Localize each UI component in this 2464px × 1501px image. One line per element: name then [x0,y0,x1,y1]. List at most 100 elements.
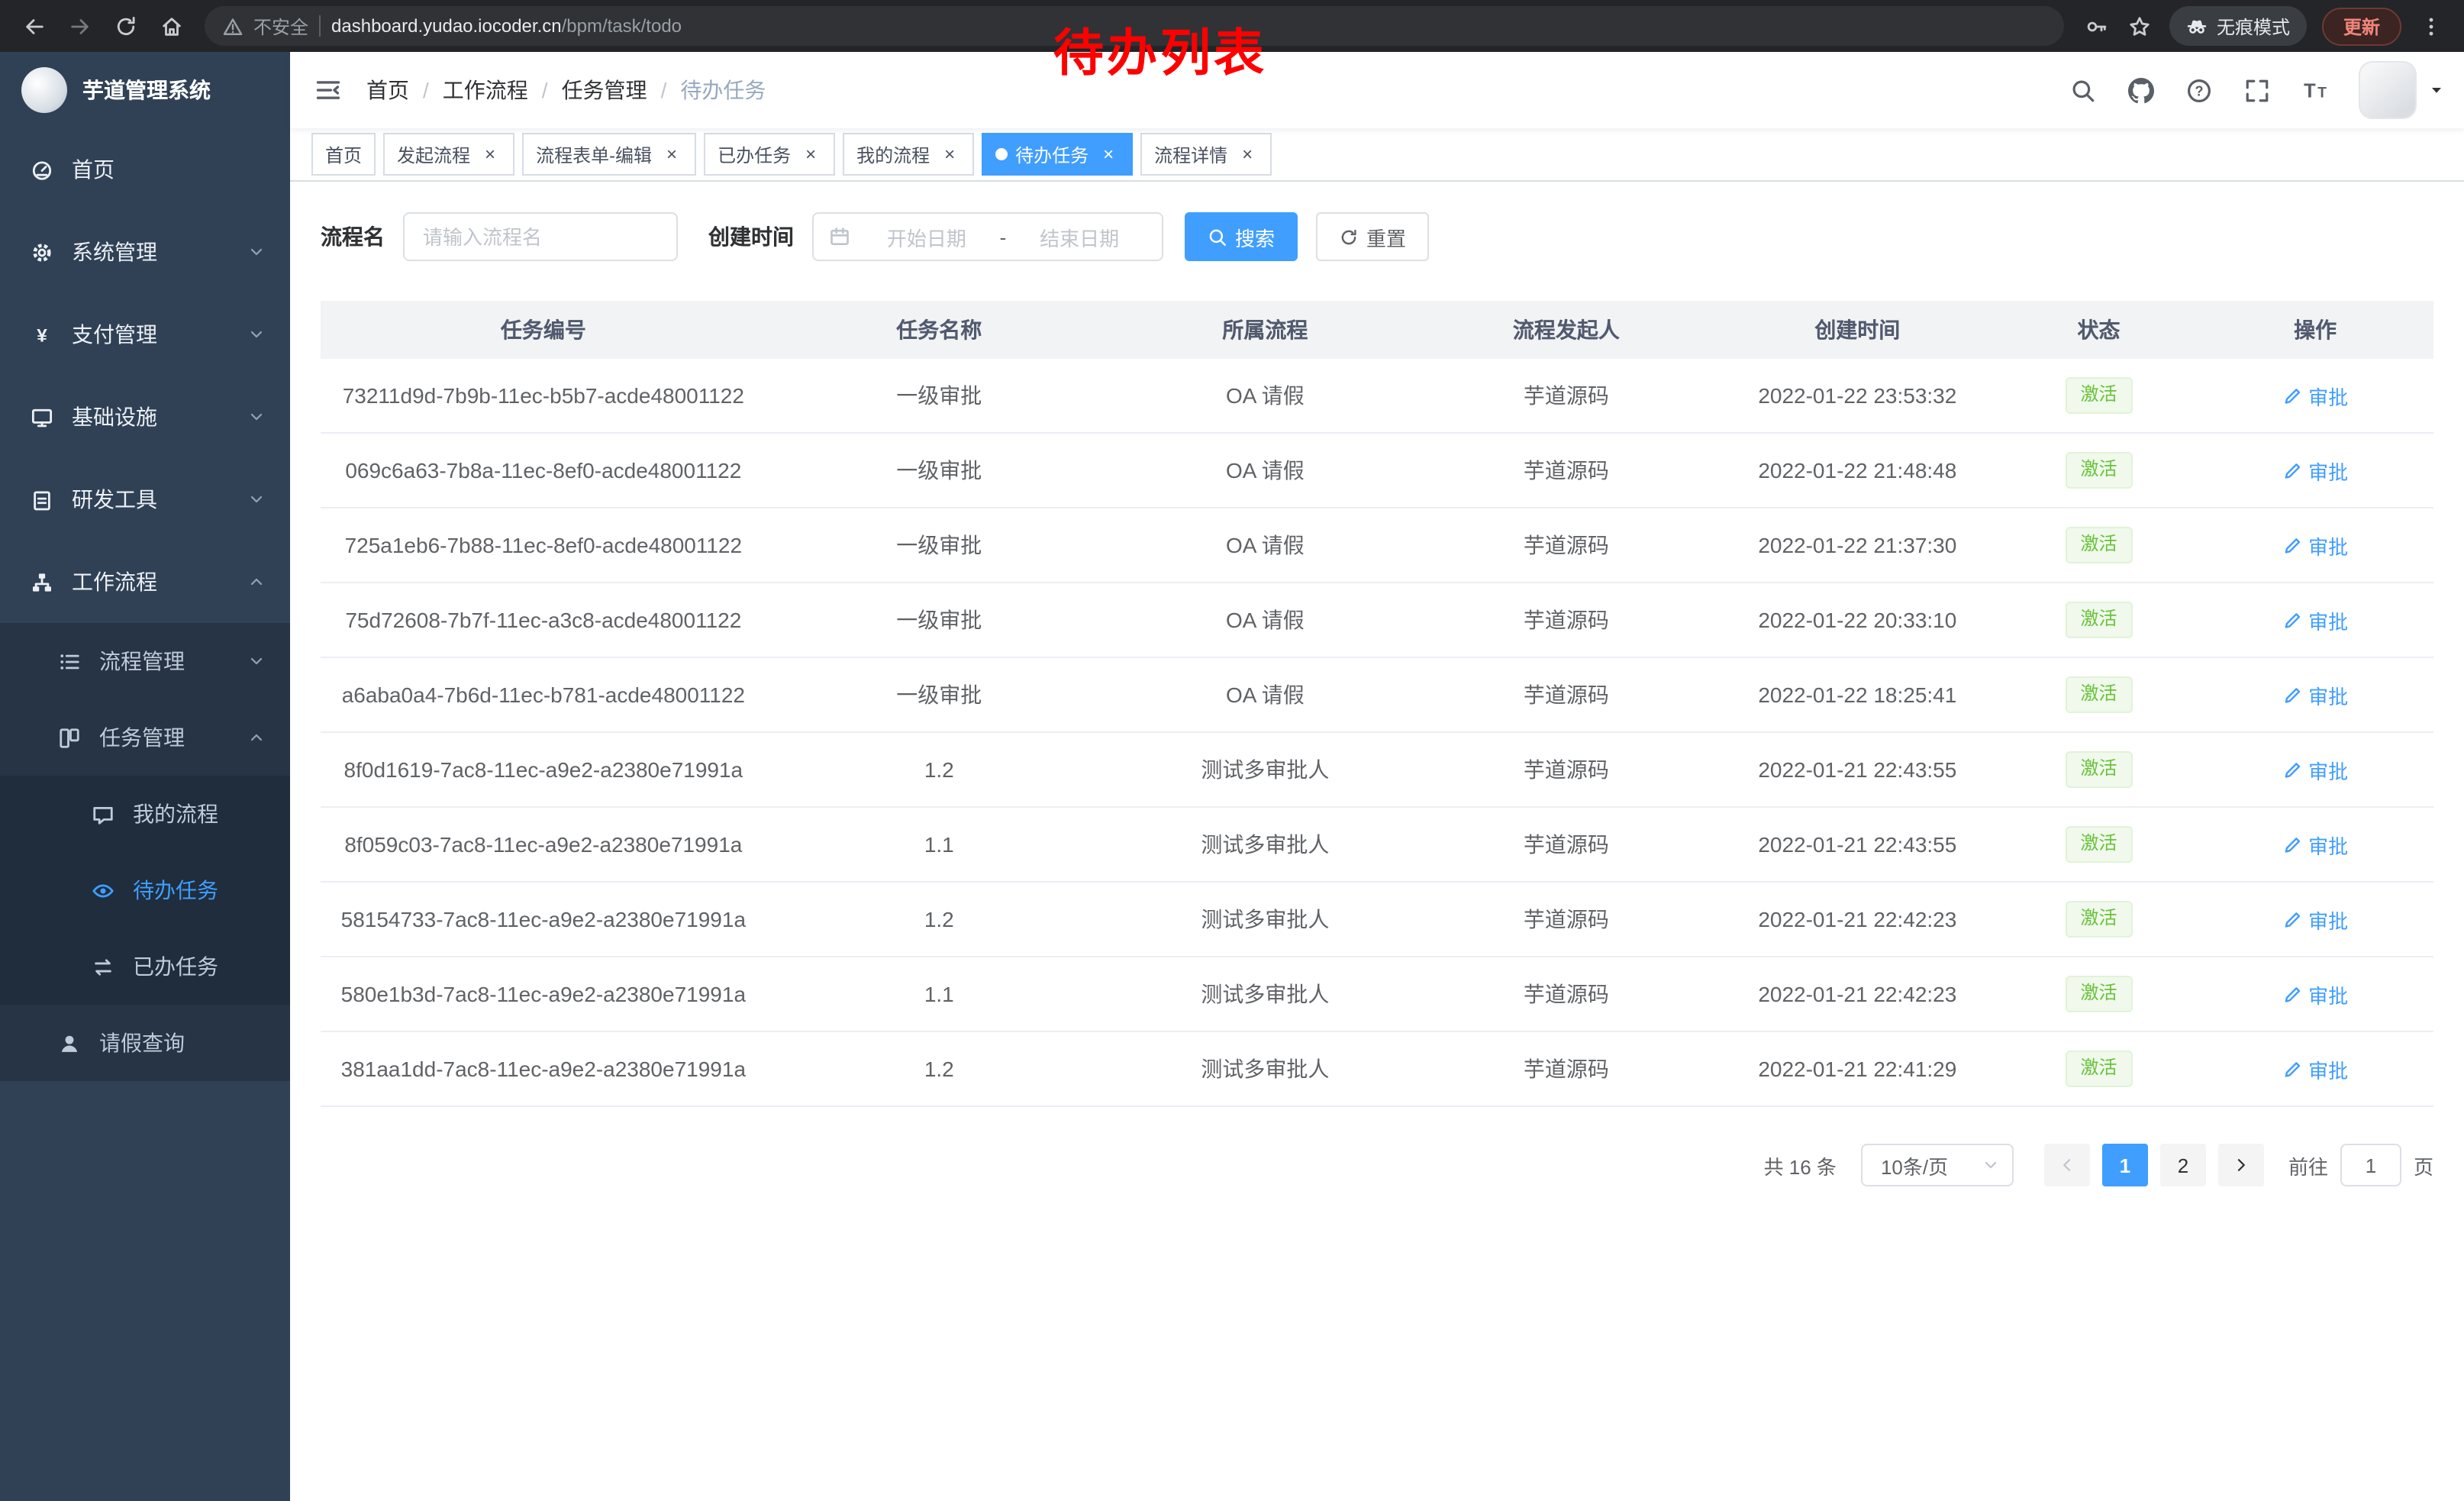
kanban-icon [58,726,81,749]
date-range-picker[interactable]: 开始日期 - 结束日期 [812,212,1163,261]
cell-created: 2022-01-22 21:48:48 [1714,433,2001,508]
chat-icon [92,802,114,825]
breadcrumb-item[interactable]: 工作流程 [443,75,528,105]
sidebar-item-payment-management[interactable]: ¥支付管理 [0,293,290,376]
sidebar-item-task-management[interactable]: 任务管理 [0,699,290,776]
password-key-button[interactable] [2076,5,2119,47]
cell-task-id: 73211d9d-7b9b-11ec-b5b7-acde48001122 [321,359,766,433]
approve-link[interactable]: 审批 [2282,456,2348,485]
reset-button-label: 重置 [1366,222,1406,251]
prev-page-button[interactable] [2044,1144,2090,1186]
approve-link[interactable]: 审批 [2282,755,2348,784]
close-icon[interactable]: × [800,144,821,165]
reset-button[interactable]: 重置 [1316,212,1429,261]
tab-process-detail[interactable]: 流程详情× [1140,133,1272,176]
sidebar-item-system-management[interactable]: 系统管理 [0,211,290,293]
calendar-icon [829,226,850,247]
back-icon [22,15,45,37]
page-1-button[interactable]: 1 [2102,1144,2148,1186]
page-size-select[interactable]: 10条/页 [1861,1144,2014,1186]
search-button[interactable]: 搜索 [1185,212,1298,261]
next-page-button[interactable] [2218,1144,2264,1186]
home-button[interactable] [150,5,192,47]
bookmark-star-button[interactable] [2119,5,2162,47]
breadcrumb-item[interactable]: 首页 [366,75,409,105]
header-fontsize-button[interactable]: TT [2285,52,2343,128]
chevron-down-icon [1982,1156,2000,1174]
header-question-button[interactable]: ? [2169,52,2227,128]
approve-link[interactable]: 审批 [2282,531,2348,560]
cell-task-name: 一级审批 [766,433,1112,508]
approve-link[interactable]: 审批 [2282,905,2348,934]
status-badge: 激活 [2066,976,2133,1012]
content: 流程名 创建时间 开始日期 - 结束日期 搜索 重 [290,182,2464,1501]
header-search-button[interactable] [2053,52,2111,128]
sidebar-item-todo-tasks[interactable]: 待办任务 [0,852,290,928]
close-icon[interactable]: × [1098,144,1119,165]
breadcrumb-item[interactable]: 任务管理 [562,75,647,105]
app-logo[interactable]: 芋道管理系统 [0,52,290,128]
edit-icon [2282,535,2302,555]
sidebar-toggle-button[interactable] [290,52,366,128]
cell-task-name: 1.1 [766,807,1112,882]
header-github-button[interactable] [2111,52,2169,128]
header-fullscreen-button[interactable] [2227,52,2285,128]
cell-task-id: a6aba0a4-7b6d-11ec-b781-acde48001122 [321,657,766,732]
approve-link[interactable]: 审批 [2282,830,2348,859]
chrome-update-button[interactable]: 更新 [2322,7,2401,45]
tab-launch-process[interactable]: 发起流程× [383,133,514,176]
sidebar-item-done-tasks[interactable]: 已办任务 [0,928,290,1005]
browser-menu-button[interactable] [2409,5,2452,47]
cell-task-name: 一级审批 [766,657,1112,732]
close-icon[interactable]: × [1237,144,1258,165]
page-2-button[interactable]: 2 [2160,1144,2206,1186]
sidebar-item-infrastructure[interactable]: 基础设施 [0,376,290,458]
table-row: a6aba0a4-7b6d-11ec-b781-acde48001122一级审批… [321,657,2433,732]
status-badge: 激活 [2066,1051,2133,1086]
close-icon[interactable]: × [939,144,960,165]
tab-todo-tasks[interactable]: 待办任务× [982,133,1133,176]
close-icon[interactable]: × [661,144,682,165]
cell-status: 激活 [2001,657,2197,732]
main-area: 首页/工作流程/任务管理/待办任务 ?TT 首页发起流程×流程表单-编辑×已办任… [290,52,2464,1501]
cell-action: 审批 [2197,657,2433,732]
tab-label: 首页 [325,141,362,167]
approve-link[interactable]: 审批 [2282,381,2348,410]
avatar[interactable] [2359,61,2417,119]
status-badge: 激活 [2066,602,2133,638]
tab-done-tasks[interactable]: 已办任务× [704,133,835,176]
tab-my-processes[interactable]: 我的流程× [843,133,974,176]
table-row: 58154733-7ac8-11ec-a9e2-a2380e71991a1.2测… [321,882,2433,957]
edit-icon [2282,460,2302,480]
sidebar-item-my-processes[interactable]: 我的流程 [0,776,290,852]
close-icon[interactable]: × [479,144,501,165]
sidebar-item-label: 基础设施 [72,402,247,432]
cell-process: OA 请假 [1112,657,1418,732]
process-name-input[interactable] [403,212,678,261]
dashboard-icon [31,158,53,181]
sidebar-item-dev-tools[interactable]: 研发工具 [0,458,290,541]
caret-down-icon[interactable] [2427,81,2446,99]
goto-page-input[interactable] [2340,1144,2401,1186]
sidebar-item-home[interactable]: 首页 [0,128,290,211]
approve-link[interactable]: 审批 [2282,1054,2348,1083]
sidebar-item-leave-query[interactable]: 请假查询 [0,1005,290,1081]
approve-link[interactable]: 审批 [2282,605,2348,634]
tab-home[interactable]: 首页 [311,133,376,176]
table-row: 73211d9d-7b9b-11ec-b5b7-acde48001122一级审批… [321,359,2433,433]
tab-process-form-edit[interactable]: 流程表单-编辑× [522,133,696,176]
back-button[interactable] [12,5,55,47]
reload-button[interactable] [104,5,147,47]
sidebar-item-label: 请假查询 [99,1028,266,1058]
approve-link[interactable]: 审批 [2282,980,2348,1009]
sidebar-item-process-management[interactable]: 流程管理 [0,623,290,699]
table-header-row: 任务编号任务名称所属流程流程发起人创建时间状态操作 [321,301,2433,359]
question-icon: ? [2185,77,2211,103]
cell-process: 测试多审批人 [1112,882,1418,957]
svg-text:¥: ¥ [37,324,47,345]
approve-link[interactable]: 审批 [2282,680,2348,709]
sidebar-item-workflow[interactable]: 工作流程 [0,541,290,623]
task-table: 任务编号任务名称所属流程流程发起人创建时间状态操作 73211d9d-7b9b-… [321,301,2433,1107]
forward-button[interactable] [58,5,101,47]
approve-label: 审批 [2308,755,2348,784]
